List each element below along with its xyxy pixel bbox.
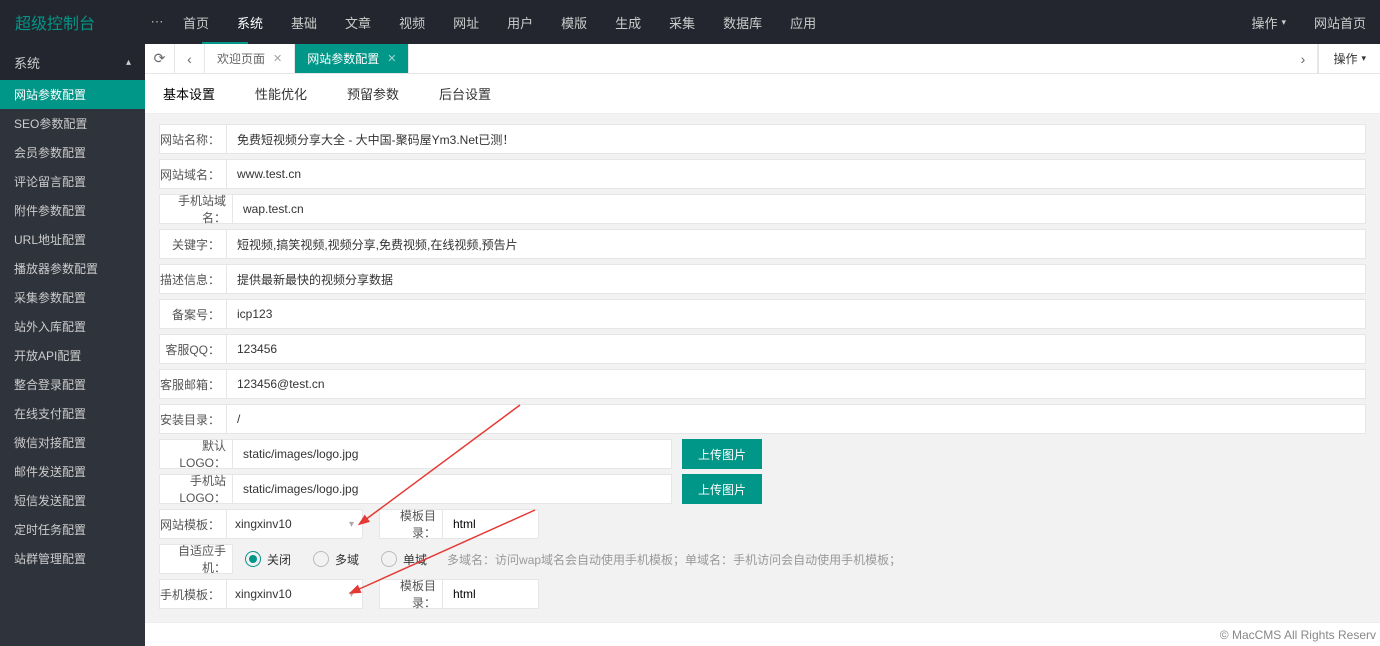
upload-logo-button[interactable]: 上传图片: [682, 439, 762, 469]
label-install-dir: 安装目录：: [159, 404, 227, 434]
sidebar-item[interactable]: 定时任务配置: [0, 515, 145, 544]
chevron-up-icon: ▴: [126, 57, 131, 68]
refresh-icon[interactable]: ⟳: [145, 44, 175, 73]
sidebar-item[interactable]: 附件参数配置: [0, 196, 145, 225]
subnav-basic[interactable]: 基本设置: [163, 84, 215, 103]
tab-bar: ⟳ ‹ 欢迎页面✕ 网站参数配置✕ › 操作▾: [145, 44, 1380, 74]
select-wap-tpl[interactable]: xingxinv10▾: [227, 579, 363, 609]
upload-wap-logo-button[interactable]: 上传图片: [682, 474, 762, 504]
chevron-down-icon: ▾: [1361, 53, 1366, 64]
sidebar-item[interactable]: 邮件发送配置: [0, 457, 145, 486]
sidebar-item[interactable]: SEO参数配置: [0, 109, 145, 138]
label-wap-tpl-dir: 模板目录：: [379, 579, 443, 609]
sidebar: 系统 ▴ 网站参数配置SEO参数配置会员参数配置评论留言配置附件参数配置URL地…: [0, 44, 145, 646]
topnav-url[interactable]: 网址: [439, 0, 493, 44]
chevron-down-icon: ▾: [1281, 17, 1286, 28]
input-wap-logo[interactable]: [232, 474, 672, 504]
sidebar-item[interactable]: 网站参数配置: [0, 80, 145, 109]
top-nav: 首页 系统 基础 文章 视频 网址 用户 模版 生成 采集 数据库 应用: [169, 0, 830, 44]
chevron-down-icon: ▾: [349, 589, 354, 600]
topnav-user[interactable]: 用户: [493, 0, 547, 44]
label-qq: 客服QQ：: [159, 334, 227, 364]
sidebar-item[interactable]: 站群管理配置: [0, 544, 145, 573]
close-icon[interactable]: ✕: [387, 52, 396, 65]
sidebar-head[interactable]: 系统 ▴: [0, 44, 145, 80]
hint-adaptive: 多域名：访问wap域名会自动使用手机模板；单域名：手机访问会自动使用手机模板；: [447, 551, 901, 568]
sidebar-item[interactable]: 开放API配置: [0, 341, 145, 370]
label-email: 客服邮箱：: [159, 369, 227, 399]
label-tpl-dir: 模板目录：: [379, 509, 443, 539]
tab-ops[interactable]: 操作▾: [1318, 44, 1380, 73]
radio-adaptive-single[interactable]: 单域: [381, 551, 427, 568]
tab-next-icon[interactable]: ›: [1288, 44, 1318, 73]
input-install-dir[interactable]: [227, 404, 1366, 434]
topnav-app[interactable]: 应用: [776, 0, 830, 44]
label-site-name: 网站名称：: [159, 124, 227, 154]
label-adaptive: 自适应手机：: [159, 544, 233, 574]
topnav-article[interactable]: 文章: [331, 0, 385, 44]
sidebar-item[interactable]: URL地址配置: [0, 225, 145, 254]
main: ⟳ ‹ 欢迎页面✕ 网站参数配置✕ › 操作▾ 基本设置 性能优化 预留参数 后…: [145, 44, 1380, 646]
label-description: 描述信息：: [159, 264, 227, 294]
sidebar-item[interactable]: 微信对接配置: [0, 428, 145, 457]
label-site-domain: 网站域名：: [159, 159, 227, 189]
label-site-tpl: 网站模板：: [159, 509, 227, 539]
sidebar-item[interactable]: 播放器参数配置: [0, 254, 145, 283]
label-logo: 默认LOGO：: [159, 439, 233, 469]
sidebar-item[interactable]: 会员参数配置: [0, 138, 145, 167]
input-site-name[interactable]: [227, 124, 1366, 154]
sidebar-item[interactable]: 评论留言配置: [0, 167, 145, 196]
input-logo[interactable]: [232, 439, 672, 469]
input-wap-domain[interactable]: [233, 194, 1366, 224]
input-description[interactable]: [227, 264, 1366, 294]
input-wap-tpl-dir[interactable]: [443, 579, 539, 609]
label-wap-tpl: 手机模板：: [159, 579, 227, 609]
form-area: 网站名称： 网站域名： 手机站域名： 关键字： 描述信息： 备案号： 客服QQ：…: [145, 114, 1380, 646]
radio-adaptive-off[interactable]: 关闭: [245, 551, 291, 568]
sidebar-item[interactable]: 在线支付配置: [0, 399, 145, 428]
tab-prev-icon[interactable]: ‹: [175, 44, 205, 73]
footer: © MacCMS All Rights Reserv: [145, 622, 1380, 646]
sub-nav: 基本设置 性能优化 预留参数 后台设置: [145, 74, 1380, 114]
sidebar-item[interactable]: 站外入库配置: [0, 312, 145, 341]
more-icon[interactable]: ⋯: [145, 14, 169, 30]
input-email[interactable]: [227, 369, 1366, 399]
topnav-generate[interactable]: 生成: [601, 0, 655, 44]
topnav-template[interactable]: 模版: [547, 0, 601, 44]
input-tpl-dir[interactable]: [443, 509, 539, 539]
close-icon[interactable]: ✕: [273, 52, 282, 65]
subnav-performance[interactable]: 性能优化: [255, 84, 307, 103]
input-keywords[interactable]: [227, 229, 1366, 259]
tab-site-config[interactable]: 网站参数配置✕: [295, 44, 409, 73]
topnav-system[interactable]: 系统: [223, 0, 277, 44]
topnav-database[interactable]: 数据库: [709, 0, 776, 44]
label-wap-domain: 手机站域名：: [159, 194, 233, 224]
sidebar-item[interactable]: 采集参数配置: [0, 283, 145, 312]
topnav-collect[interactable]: 采集: [655, 0, 709, 44]
topnav-home[interactable]: 首页: [169, 0, 223, 44]
select-site-tpl[interactable]: xingxinv10▾: [227, 509, 363, 539]
input-qq[interactable]: [227, 334, 1366, 364]
brand-logo[interactable]: 超级控制台: [0, 10, 145, 34]
topnav-basic[interactable]: 基础: [277, 0, 331, 44]
chevron-down-icon: ▾: [349, 519, 354, 530]
subnav-backend[interactable]: 后台设置: [439, 84, 491, 103]
subnav-reserved[interactable]: 预留参数: [347, 84, 399, 103]
top-ops[interactable]: 操作▾: [1237, 13, 1300, 32]
top-site-home[interactable]: 网站首页: [1300, 13, 1380, 32]
label-icp: 备案号：: [159, 299, 227, 329]
sidebar-item[interactable]: 整合登录配置: [0, 370, 145, 399]
input-site-domain[interactable]: [227, 159, 1366, 189]
input-icp[interactable]: [227, 299, 1366, 329]
radio-adaptive-multi[interactable]: 多域: [313, 551, 359, 568]
topnav-video[interactable]: 视频: [385, 0, 439, 44]
label-wap-logo: 手机站LOGO：: [159, 474, 233, 504]
tab-welcome[interactable]: 欢迎页面✕: [205, 44, 295, 73]
label-keywords: 关键字：: [159, 229, 227, 259]
sidebar-item[interactable]: 短信发送配置: [0, 486, 145, 515]
